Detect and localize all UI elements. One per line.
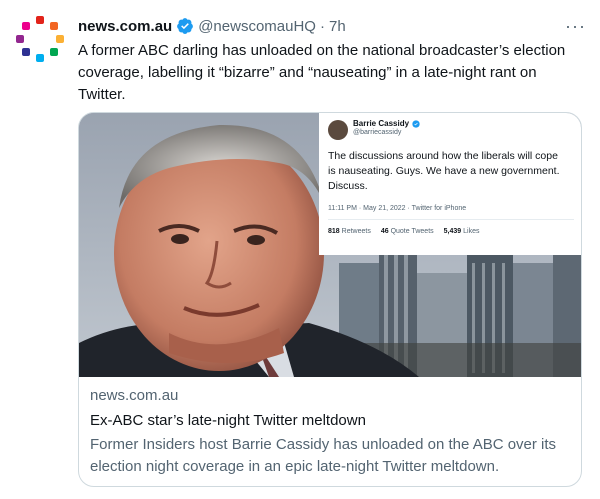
retweets-label: Retweets bbox=[341, 228, 371, 235]
embedded-handle: @barriecassidy bbox=[353, 129, 402, 136]
likes-count: 5,439 bbox=[443, 228, 462, 235]
embedded-tweet-screenshot: Barrie Cassidy @barriecassidy The discus… bbox=[319, 113, 581, 255]
quotes-count: 46 bbox=[380, 228, 389, 235]
tweet-time[interactable]: 7h bbox=[329, 18, 346, 35]
embedded-divider bbox=[328, 219, 574, 220]
quotes-label: Quote Tweets bbox=[390, 228, 434, 235]
avatar[interactable] bbox=[16, 14, 66, 64]
author-name[interactable]: news.com.au bbox=[78, 18, 172, 35]
likes-label: Likes bbox=[463, 228, 480, 235]
separator-dot: · bbox=[319, 17, 325, 35]
embedded-stats: 818 Retweets 46 Quote Tweets 5,439 Likes bbox=[328, 228, 479, 235]
tweet-text: A former ABC darling has unloaded on the… bbox=[78, 42, 566, 103]
more-options-icon[interactable]: ··· bbox=[565, 16, 586, 37]
embedded-avatar bbox=[328, 120, 348, 140]
embedded-verified-icon bbox=[412, 119, 420, 128]
verified-badge-icon bbox=[177, 18, 194, 34]
embedded-tweet-text: The discussions around how the liberals … bbox=[328, 150, 560, 192]
card-meta: news.com.au Ex-ABC star’s late-night Twi… bbox=[90, 385, 570, 478]
tweet-header: news.com.au @newscomauHQ · 7h ··· bbox=[78, 16, 586, 36]
card-description: Former Insiders host Barrie Cassidy has … bbox=[90, 436, 557, 475]
card-domain: news.com.au bbox=[90, 387, 179, 404]
card-image: Barrie Cassidy @barriecassidy The discus… bbox=[79, 113, 581, 377]
embedded-author-name: Barrie Cassidy bbox=[353, 119, 410, 128]
author-handle[interactable]: @newscomauHQ bbox=[198, 18, 316, 35]
card-title[interactable]: Ex-ABC star’s late-night Twitter meltdow… bbox=[90, 410, 570, 432]
retweets-count: 818 bbox=[328, 228, 340, 235]
link-card[interactable]: Barrie Cassidy @barriecassidy The discus… bbox=[78, 112, 582, 487]
embedded-timestamp: 11:11 PM · May 21, 2022 · Twitter for iP… bbox=[328, 205, 467, 212]
